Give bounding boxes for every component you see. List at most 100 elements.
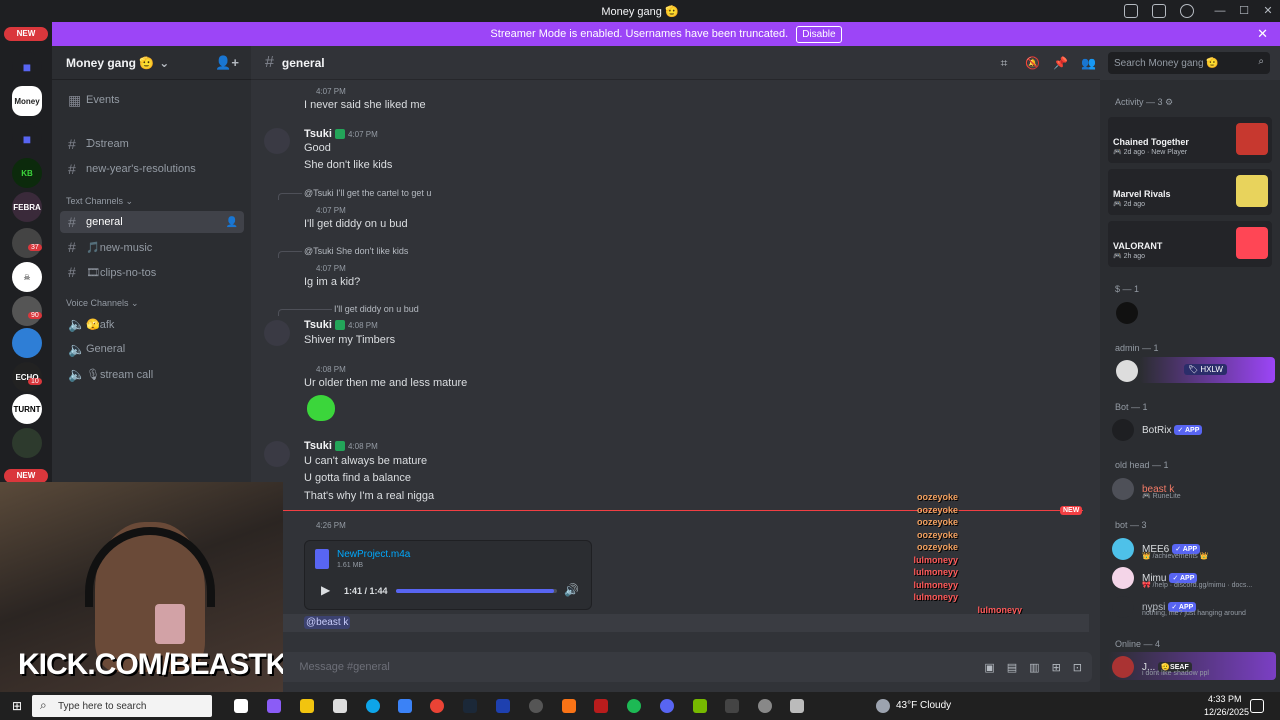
member-online[interactable]: J... 🫡SEAF i dont like shadow ppl [1112, 652, 1276, 682]
gift-icon[interactable]: ▣ [984, 661, 994, 674]
member-mimu[interactable]: Mimu ✓ APP 🎀 /help · discord.gg/mimu · doc… [1112, 563, 1276, 593]
message-author[interactable]: Tsuki [304, 128, 345, 140]
server-icon[interactable]: ☠ [12, 262, 42, 292]
channel-general[interactable]: # general 👤 [60, 211, 244, 233]
member-list-icon[interactable]: 👥 [1081, 56, 1096, 70]
reply-preview[interactable]: @Tsuki She don't like kids [304, 246, 408, 256]
channel-clips-no-tos[interactable]: # 🎞clips-no-tos [60, 261, 244, 283]
activity-card[interactable]: VALORANT 🎮 2h ago [1108, 221, 1272, 267]
weather-text[interactable]: 43°F Cloudy [896, 700, 951, 711]
copilot-icon[interactable] [267, 699, 281, 713]
server-icon[interactable] [12, 328, 42, 358]
start-icon[interactable]: ⊞ [12, 699, 22, 713]
server-icon-kb[interactable]: KB [12, 158, 42, 188]
channel-new-music[interactable]: # 🎵new-music [60, 236, 244, 258]
server-icon[interactable] [12, 428, 42, 458]
voice-channel-general[interactable]: 🔈 General [60, 338, 244, 360]
voice-channel-stream-call[interactable]: 🔈 🎙stream call [60, 363, 244, 385]
search-input[interactable]: Search Money gang 🫡 ⌕ [1108, 52, 1270, 74]
invite-icon[interactable]: 👤+ [215, 55, 239, 71]
volume-icon[interactable]: 🔊 [564, 583, 579, 597]
outlook-icon[interactable] [398, 699, 412, 713]
message-input[interactable]: Message #general [299, 661, 390, 673]
avatar [1112, 567, 1134, 589]
notification-bell-icon[interactable]: 🔕 [1025, 56, 1040, 70]
attachment-filename[interactable]: NewProject.m4a [337, 549, 410, 560]
invite-icon[interactable]: 👤 [226, 217, 238, 228]
server-icon-turnt[interactable]: TURNT [12, 394, 42, 424]
task-view-icon[interactable] [234, 699, 248, 713]
steam-icon[interactable] [463, 699, 477, 713]
help-icon[interactable] [1180, 4, 1194, 18]
close-window-button[interactable]: ✕ [1256, 0, 1280, 22]
member-mee6[interactable]: MEE6 ✓ APP 👑 /achievements 👑 [1112, 534, 1276, 564]
server-icon-febra[interactable]: FEBRA [12, 192, 42, 222]
disable-streamer-mode-button[interactable]: Disable [796, 25, 842, 43]
spotify-icon[interactable] [627, 699, 641, 713]
app-icon[interactable] [594, 699, 608, 713]
gif-icon[interactable]: ▤ [1007, 661, 1017, 674]
member-botrix[interactable]: BotRix ✓ APP [1112, 415, 1276, 445]
avatar[interactable] [264, 128, 290, 154]
activity-card[interactable]: Chained Together 🎮 2d ago · New Player [1108, 117, 1272, 163]
text-channels-category[interactable]: Text Channels ⌄ [66, 196, 133, 207]
new-pill-bottom[interactable]: NEW [4, 469, 48, 483]
store-icon[interactable] [333, 699, 347, 713]
message-author[interactable]: Tsuki [304, 319, 345, 331]
minimize-button[interactable]: — [1208, 0, 1232, 22]
threads-icon[interactable]: ⌗ [997, 56, 1011, 70]
user-mention[interactable]: @beast k [304, 616, 351, 629]
server-header[interactable]: Money gang 🫡 ⌄ 👤+ [52, 46, 251, 80]
new-pill-top[interactable]: NEW [4, 27, 48, 41]
voice-channels-category[interactable]: Voice Channels ⌄ [66, 298, 139, 309]
file-explorer-icon[interactable] [300, 699, 314, 713]
maximize-button[interactable]: ☐ [1232, 0, 1256, 22]
app-icon[interactable] [529, 699, 543, 713]
folder-icon[interactable]: ■ [12, 124, 42, 154]
server-icon[interactable] [12, 296, 42, 326]
avatar[interactable] [264, 441, 290, 467]
clock-time[interactable]: 4:33 PM [1208, 694, 1242, 704]
play-icon[interactable]: ▶ [321, 583, 330, 597]
server-icon-echo[interactable]: ECHO [12, 362, 42, 392]
sticker-icon[interactable]: ▥ [1029, 661, 1039, 674]
channel-events[interactable]: ▦ Events [60, 89, 244, 111]
activity-card[interactable]: Marvel Rivals 🎮 2d ago [1108, 169, 1272, 215]
message-composer[interactable]: + Message #general ▣ ▤ ▥ ⊞ ⊡ [258, 652, 1092, 682]
folder-icon[interactable]: ■ [12, 52, 42, 82]
server-icon[interactable] [12, 228, 42, 258]
message-author[interactable]: Tsuki [304, 440, 345, 452]
member-nypsi[interactable]: nypsi ✓ APP nothing, me? just hanging arou… [1112, 592, 1276, 622]
member-beast-k[interactable]: beast k 🎮 RuneLite [1112, 474, 1276, 504]
avatar[interactable] [1116, 360, 1138, 382]
app-icon[interactable] [496, 699, 510, 713]
emoji-icon[interactable]: ⊡ [1073, 661, 1082, 674]
banner-close-icon[interactable]: ✕ [1257, 26, 1268, 42]
screen-icon[interactable] [1152, 4, 1166, 18]
voice-channel-afk[interactable]: 🔈 🫣afk [60, 313, 244, 335]
audio-progress-track[interactable] [396, 589, 557, 593]
apps-icon[interactable]: ⊞ [1052, 661, 1061, 674]
message-text: That's why I'm a real nigga [304, 490, 435, 502]
reply-preview[interactable]: I'll get diddy on u bud [334, 304, 419, 314]
channel-stream[interactable]: # ᗪstream [60, 133, 244, 155]
taskbar-search-input[interactable]: ⌕ Type here to search [32, 695, 212, 717]
discord-icon[interactable] [660, 699, 674, 713]
pin-icon[interactable]: 📌 [1053, 56, 1068, 70]
app-icon[interactable] [562, 699, 576, 713]
server-icon-money[interactable]: Money [12, 86, 42, 116]
app-icon[interactable] [790, 699, 804, 713]
chrome-icon[interactable] [430, 699, 444, 713]
nvidia-icon[interactable] [693, 699, 707, 713]
notifications-icon[interactable] [1250, 699, 1264, 713]
channel-new-years-resolutions[interactable]: # new-year's-resolutions [60, 158, 244, 180]
inbox-icon[interactable] [1124, 4, 1138, 18]
edge-icon[interactable] [366, 699, 380, 713]
server-name: Money gang 🫡 [66, 55, 155, 70]
clock-date[interactable]: 12/26/2025 [1204, 707, 1249, 717]
reply-preview[interactable]: @Tsuki I'll get the cartel to get u [304, 188, 431, 198]
avatar[interactable] [1116, 302, 1138, 324]
app-icon[interactable] [725, 699, 739, 713]
avatar[interactable] [264, 320, 290, 346]
app-icon[interactable] [758, 699, 772, 713]
